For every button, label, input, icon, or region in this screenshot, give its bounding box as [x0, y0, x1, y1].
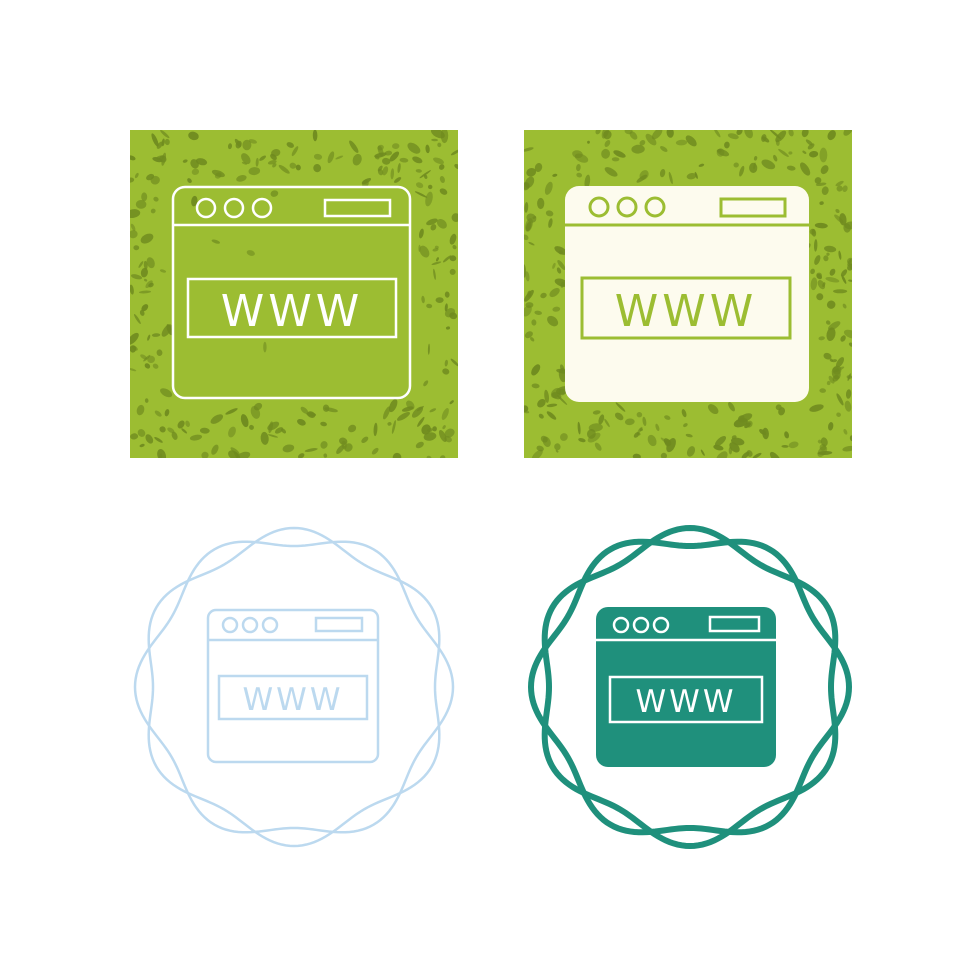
- grunge-speck: [833, 289, 848, 294]
- grunge-speck: [558, 388, 566, 396]
- window-dot-icon: [221, 616, 239, 634]
- grunge-speck: [435, 297, 444, 303]
- browser-icon-tile-badge-filled: WWW: [524, 521, 856, 853]
- browser-window-icon: WWW: [524, 130, 852, 458]
- title-bar-field: [314, 616, 364, 633]
- browser-window-icon: WWW: [133, 526, 455, 848]
- grunge-speck: [819, 147, 828, 163]
- address-text: WWW: [221, 286, 364, 337]
- window-dot-icon: [261, 616, 279, 634]
- window-dot-icon: [241, 616, 259, 634]
- address-text: WWW: [636, 684, 737, 720]
- browser-icon-tile-grunge-filled: WWW: [524, 130, 852, 458]
- grunge-speck: [537, 197, 545, 210]
- grunge-speck: [263, 341, 267, 353]
- address-text: WWW: [243, 682, 344, 718]
- browser-window-icon: WWW: [130, 130, 458, 458]
- browser-icon-tile-grunge-outline: WWW: [130, 130, 458, 458]
- browser-icon-tile-badge-outline: WWW: [128, 521, 460, 853]
- address-text: WWW: [615, 286, 758, 337]
- browser-window-icon: WWW: [527, 524, 853, 850]
